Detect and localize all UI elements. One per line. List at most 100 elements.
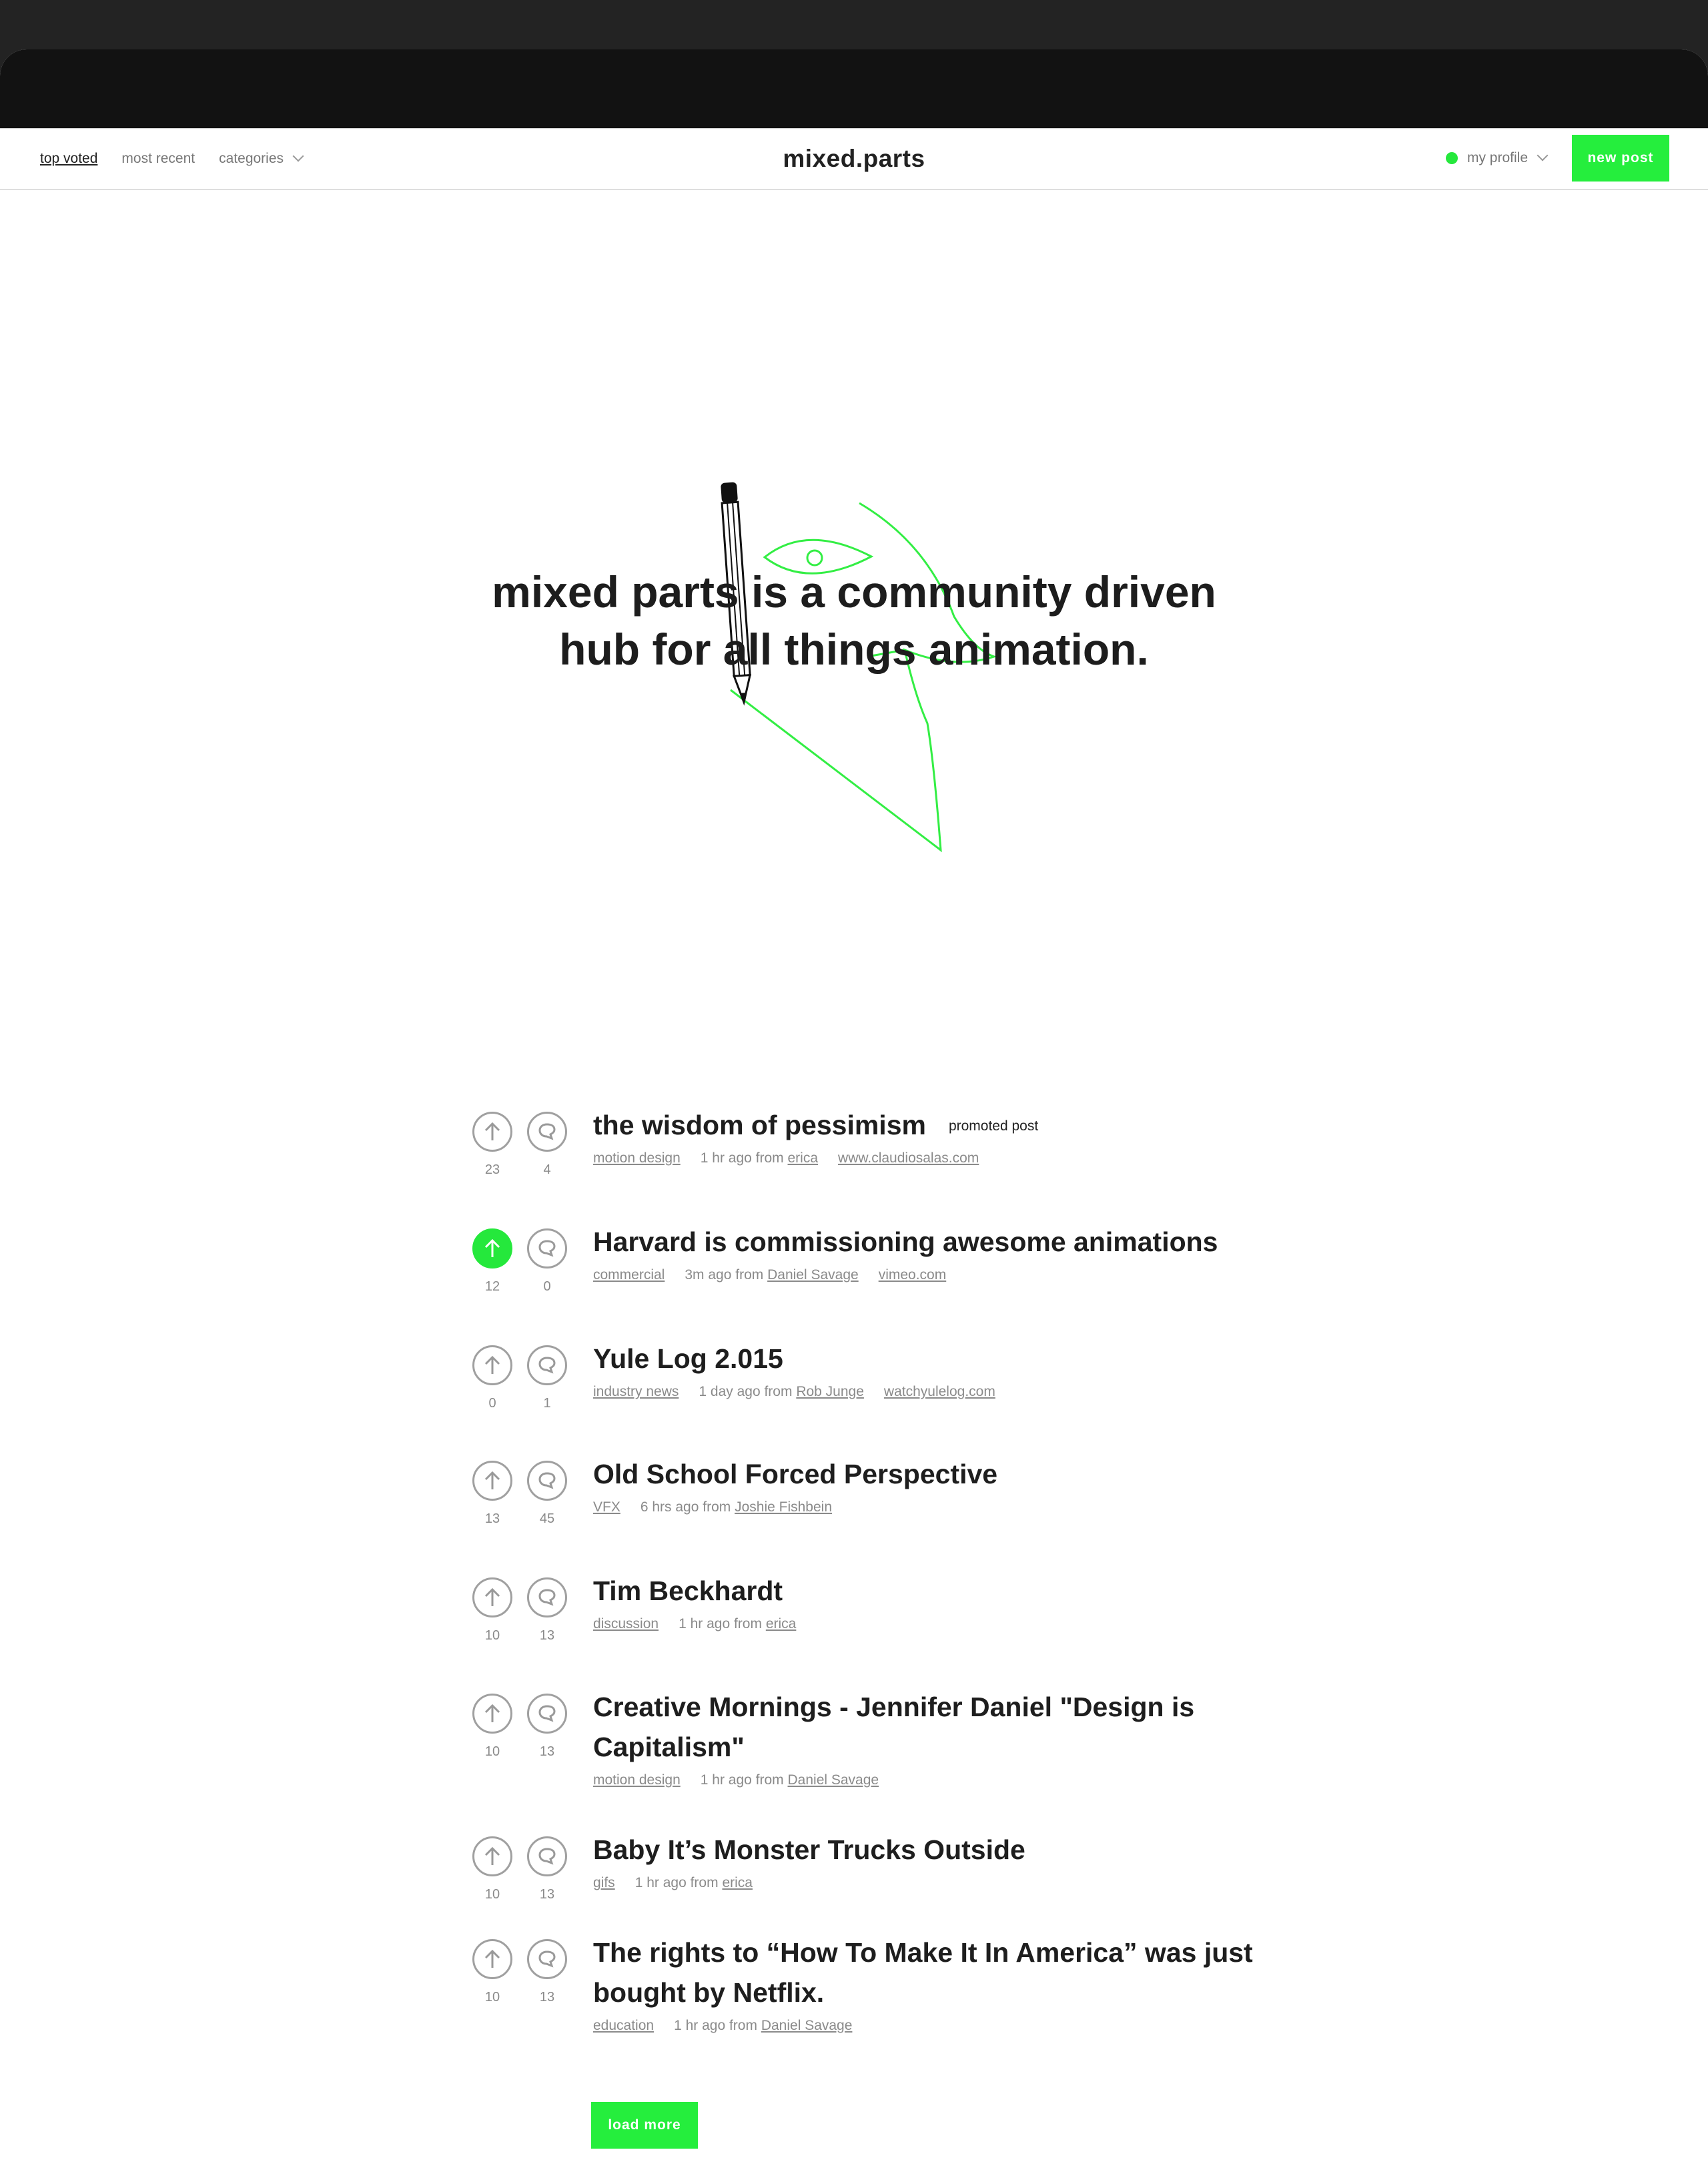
post-content: Old School Forced Perspective VFX 6 hrs a… (593, 1454, 1280, 1515)
comment-button[interactable] (527, 1836, 567, 1876)
top-navbar: top voted most recent categories mixed.p… (0, 128, 1708, 190)
upvote-button[interactable] (472, 1461, 512, 1501)
comment-count: 1 (543, 1396, 551, 1411)
comment-button[interactable] (527, 1112, 567, 1152)
post-title[interactable]: Yule Log 2.015 (593, 1343, 783, 1374)
nav-categories-label: categories (219, 151, 284, 166)
post-content: Baby It’s Monster Trucks Outside gifs 1 h… (593, 1830, 1280, 1891)
comment-count: 13 (539, 1628, 555, 1643)
speech-bubble-icon (538, 1950, 556, 1968)
my-profile-label: my profile (1466, 150, 1528, 165)
speech-bubble-icon (538, 1848, 556, 1865)
post-author-link[interactable]: Rob Junge (796, 1384, 864, 1399)
post-time: 1 hr ago from (674, 2018, 757, 2033)
vote-count: 10 (484, 1628, 500, 1643)
post-title[interactable]: Creative Mornings - Jennifer Daniel "Des… (593, 1687, 1280, 1767)
arrow-up-icon (484, 1471, 500, 1489)
post-author-link[interactable]: Daniel Savage (767, 1267, 859, 1283)
upvote-button[interactable] (472, 1112, 512, 1152)
post-content: Harvard is commissioning awesome animati… (593, 1222, 1280, 1283)
vote-column: 10 (471, 1939, 514, 2005)
post-category-link[interactable]: VFX (593, 1499, 620, 1515)
my-profile-menu[interactable]: my profile (1445, 149, 1549, 166)
hero-tagline-line1: mixed parts is a community driven (492, 567, 1216, 617)
upvote-button[interactable] (472, 1345, 512, 1385)
new-post-button[interactable]: new post (1572, 135, 1669, 182)
speech-bubble-icon (538, 1357, 556, 1374)
comment-button[interactable] (527, 1939, 567, 1979)
post-content: Tim Beckhardt discussion 1 hr ago from er… (593, 1571, 1280, 1632)
vote-count: 12 (484, 1279, 500, 1294)
post-author-link[interactable]: Joshie Fishbein (735, 1499, 832, 1515)
speech-bubble-icon (538, 1123, 556, 1140)
vote-column: 10 (471, 1694, 514, 1760)
post-title[interactable]: Baby It’s Monster Trucks Outside (593, 1834, 1025, 1865)
post-author-link[interactable]: erica (788, 1150, 819, 1166)
comment-button[interactable] (527, 1345, 567, 1385)
comment-button[interactable] (527, 1228, 567, 1269)
hero-illustration (721, 482, 997, 853)
post-category-link[interactable]: discussion (593, 1616, 659, 1632)
arrow-up-icon (484, 1587, 500, 1606)
load-more-button[interactable]: load more (591, 2102, 698, 2149)
post-source-link[interactable]: www.claudiosalas.com (838, 1150, 979, 1166)
comment-column: 1 (526, 1345, 568, 1411)
post-category-link[interactable]: motion design (593, 1772, 681, 1788)
post-time: 6 hrs ago from (640, 1499, 731, 1515)
upvote-button[interactable] (472, 1836, 512, 1876)
vote-column: 0 (471, 1345, 514, 1411)
post-author-link[interactable]: erica (722, 1875, 753, 1890)
post-author-link[interactable]: Daniel Savage (761, 2018, 853, 2033)
post-meta: industry news 1 day ago from Rob Junge wat… (593, 1384, 1280, 1400)
hero-tagline: mixed parts is a community driven hub fo… (0, 563, 1708, 678)
post-title[interactable]: Tim Beckhardt (593, 1575, 783, 1606)
vote-column: 10 (471, 1577, 514, 1644)
arrow-up-icon (484, 1949, 500, 1968)
post-title[interactable]: the wisdom of pessimism (593, 1110, 926, 1140)
comment-column: 13 (526, 1694, 568, 1760)
speech-bubble-icon (538, 1472, 556, 1489)
comment-count: 45 (539, 1511, 555, 1526)
post-time: 1 hr ago from (679, 1616, 762, 1632)
nav-most-recent[interactable]: most recent (121, 151, 195, 167)
post-author-link[interactable]: Daniel Savage (788, 1772, 879, 1788)
vote-count: 0 (488, 1396, 496, 1411)
vote-count: 10 (484, 1887, 500, 1902)
post-meta: gifs 1 hr ago from erica (593, 1875, 1280, 1891)
post-author-link[interactable]: erica (766, 1616, 797, 1632)
arrow-up-icon (484, 1704, 500, 1722)
post-category-link[interactable]: commercial (593, 1267, 665, 1283)
comment-button[interactable] (527, 1694, 567, 1734)
vote-count: 13 (484, 1511, 500, 1526)
post-title[interactable]: Harvard is commissioning awesome animati… (593, 1226, 1218, 1257)
nav-top-voted[interactable]: top voted (40, 151, 97, 167)
post-content: the wisdom of pessimism promoted post mot… (593, 1105, 1280, 1166)
post-content: Yule Log 2.015 industry news 1 day ago fr… (593, 1339, 1280, 1400)
post-source-link[interactable]: vimeo.com (879, 1267, 947, 1283)
post-source-link[interactable]: watchyulelog.com (884, 1384, 995, 1399)
post-meta: VFX 6 hrs ago from Joshie Fishbein (593, 1499, 1280, 1515)
speech-bubble-icon (538, 1705, 556, 1722)
post-category-link[interactable]: motion design (593, 1150, 681, 1166)
comment-button[interactable] (527, 1461, 567, 1501)
post-title[interactable]: Old School Forced Perspective (593, 1459, 997, 1489)
upvote-button[interactable] (472, 1694, 512, 1734)
speech-bubble-icon (538, 1240, 556, 1257)
upvote-button[interactable] (472, 1577, 512, 1617)
post-meta: education 1 hr ago from Daniel Savage (593, 2018, 1280, 2034)
comment-column: 4 (526, 1112, 568, 1178)
vote-count: 10 (484, 1990, 500, 2005)
post-category-link[interactable]: education (593, 2018, 654, 2033)
upvote-button[interactable] (472, 1939, 512, 1979)
upvote-button[interactable] (472, 1228, 512, 1269)
nav-right: my profile new post (1445, 134, 1669, 182)
post-category-link[interactable]: gifs (593, 1875, 615, 1890)
post-category-link[interactable]: industry news (593, 1384, 679, 1399)
post-title[interactable]: The rights to “How To Make It In America… (593, 1932, 1280, 2013)
vote-count: 10 (484, 1744, 500, 1759)
nav-categories-dropdown[interactable]: categories (219, 150, 304, 167)
comment-button[interactable] (527, 1577, 567, 1617)
arrow-up-icon (484, 1238, 500, 1257)
comment-count: 13 (539, 1887, 555, 1902)
post-content: The rights to “How To Make It In America… (593, 1932, 1280, 2034)
